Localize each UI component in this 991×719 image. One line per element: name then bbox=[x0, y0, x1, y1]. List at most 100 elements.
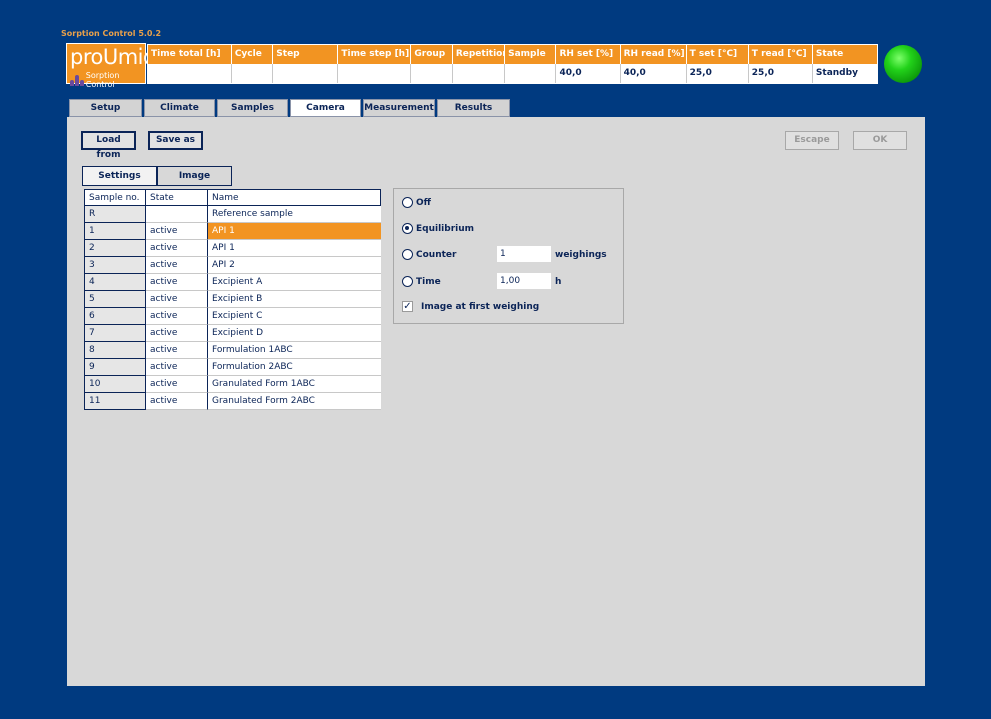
option-off[interactable]: Off bbox=[402, 197, 431, 208]
table-row[interactable]: 4 active Excipient A bbox=[84, 274, 381, 291]
sorption-icon bbox=[70, 74, 84, 86]
ok-button[interactable]: OK bbox=[853, 131, 907, 150]
table-row[interactable]: 2 active API 1 bbox=[84, 240, 381, 257]
sample-no-cell[interactable]: 1 bbox=[84, 223, 146, 240]
state-cell[interactable]: active bbox=[146, 342, 208, 359]
sample-table-header: Sample no. State Name bbox=[84, 189, 381, 206]
sample-no-cell[interactable]: 8 bbox=[84, 342, 146, 359]
name-cell[interactable]: Formulation 1ABC bbox=[208, 342, 381, 359]
time-unit: h bbox=[555, 277, 562, 287]
radio-equilibrium[interactable] bbox=[402, 223, 413, 234]
sample-no-cell[interactable]: 11 bbox=[84, 393, 146, 410]
status-led-icon bbox=[884, 45, 922, 83]
option-time-label: Time bbox=[416, 276, 441, 287]
col-sample-no: Sample no. bbox=[84, 189, 146, 206]
state-cell[interactable]: active bbox=[146, 274, 208, 291]
sample-no-cell[interactable]: 7 bbox=[84, 325, 146, 342]
radio-off[interactable] bbox=[402, 197, 413, 208]
name-cell[interactable]: Formulation 2ABC bbox=[208, 359, 381, 376]
subtab-settings[interactable]: Settings bbox=[82, 166, 157, 186]
state-cell[interactable]: active bbox=[146, 223, 208, 240]
image-first-weighing-label: Image at first weighing bbox=[421, 301, 540, 312]
counter-input[interactable]: 1 bbox=[497, 246, 551, 262]
name-cell[interactable]: Excipient A bbox=[208, 274, 381, 291]
app-title: Sorption Control 5.0.2 bbox=[61, 29, 162, 38]
state-cell[interactable]: active bbox=[146, 376, 208, 393]
logo: proUmid Sorption Control bbox=[66, 43, 156, 89]
table-row[interactable]: 5 active Excipient B bbox=[84, 291, 381, 308]
sample-no-cell[interactable]: 9 bbox=[84, 359, 146, 376]
name-cell[interactable]: API 1 bbox=[208, 240, 381, 257]
sample-no-cell[interactable]: 10 bbox=[84, 376, 146, 393]
checkbox-icon[interactable]: ✓ bbox=[402, 301, 413, 312]
state-cell[interactable]: active bbox=[146, 291, 208, 308]
status-value-cell: 25,0 bbox=[749, 64, 813, 83]
sample-no-cell[interactable]: R bbox=[84, 206, 146, 223]
name-cell[interactable]: Reference sample bbox=[208, 206, 381, 223]
table-row[interactable]: 3 active API 2 bbox=[84, 257, 381, 274]
status-header-cell: Time step [h] bbox=[338, 45, 412, 64]
status-value-cell bbox=[273, 64, 339, 83]
sample-no-cell[interactable]: 2 bbox=[84, 240, 146, 257]
status-header-cell: Time total [h] bbox=[148, 45, 232, 64]
table-row[interactable]: 1 active API 1 bbox=[84, 223, 381, 240]
table-row[interactable]: 11 active Granulated Form 2ABC bbox=[84, 393, 381, 410]
table-row[interactable]: 6 active Excipient C bbox=[84, 308, 381, 325]
status-header-cell: Sample bbox=[505, 45, 557, 64]
option-counter[interactable]: Counter bbox=[402, 249, 456, 260]
name-cell[interactable]: API 1 bbox=[208, 223, 381, 240]
option-counter-label: Counter bbox=[416, 249, 457, 260]
table-row[interactable]: 9 active Formulation 2ABC bbox=[84, 359, 381, 376]
save-as-button[interactable]: Save as bbox=[148, 131, 203, 150]
sample-no-cell[interactable]: 3 bbox=[84, 257, 146, 274]
name-cell[interactable]: API 2 bbox=[208, 257, 381, 274]
table-row[interactable]: R Reference sample bbox=[84, 206, 381, 223]
radio-time[interactable] bbox=[402, 276, 413, 287]
state-cell[interactable]: active bbox=[146, 257, 208, 274]
escape-button[interactable]: Escape bbox=[785, 131, 839, 150]
tab-climate[interactable]: Climate bbox=[144, 99, 215, 117]
state-cell[interactable]: active bbox=[146, 240, 208, 257]
load-from-button[interactable]: Load from bbox=[81, 131, 136, 160]
table-row[interactable]: 10 active Granulated Form 1ABC bbox=[84, 376, 381, 393]
option-image-first-weighing[interactable]: ✓ Image at first weighing bbox=[402, 301, 539, 312]
camera-trigger-options: Off Equilibrium Counter 1 weighings Time… bbox=[393, 188, 624, 324]
state-cell[interactable]: active bbox=[146, 393, 208, 410]
name-cell[interactable]: Granulated Form 2ABC bbox=[208, 393, 381, 410]
state-cell[interactable]: active bbox=[146, 308, 208, 325]
logo-subtitle-row: Sorption Control bbox=[70, 71, 145, 89]
sample-no-cell[interactable]: 4 bbox=[84, 274, 146, 291]
state-cell[interactable] bbox=[146, 206, 208, 223]
tab-setup[interactable]: Setup bbox=[69, 99, 142, 117]
tab-results[interactable]: Results bbox=[437, 99, 510, 117]
radio-counter[interactable] bbox=[402, 249, 413, 260]
table-row[interactable]: 7 active Excipient D bbox=[84, 325, 381, 342]
name-cell[interactable]: Excipient D bbox=[208, 325, 381, 342]
name-cell[interactable]: Excipient B bbox=[208, 291, 381, 308]
status-value-row: 40,0 40,0 25,0 25,0 Standby bbox=[148, 64, 877, 83]
tab-camera[interactable]: Camera bbox=[290, 99, 361, 117]
option-equilibrium[interactable]: Equilibrium bbox=[402, 223, 474, 234]
state-cell[interactable]: active bbox=[146, 359, 208, 376]
main-tabs: Setup Climate Samples Camera Measurement Resu… bbox=[69, 99, 510, 117]
col-name: Name bbox=[208, 189, 381, 206]
status-header-cell: Repetition bbox=[453, 45, 506, 64]
tab-samples[interactable]: Samples bbox=[217, 99, 288, 117]
status-header-cell: RH read [%] bbox=[621, 45, 687, 64]
subtab-image[interactable]: Image bbox=[157, 166, 232, 186]
status-value-cell: 25,0 bbox=[687, 64, 749, 83]
status-value-cell: Standby bbox=[815, 68, 858, 78]
option-time[interactable]: Time bbox=[402, 276, 441, 287]
sample-no-cell[interactable]: 5 bbox=[84, 291, 146, 308]
name-cell[interactable]: Excipient C bbox=[208, 308, 381, 325]
tab-measurement[interactable]: Measurement bbox=[363, 99, 435, 117]
time-input[interactable]: 1,00 bbox=[497, 273, 551, 289]
sample-no-cell[interactable]: 6 bbox=[84, 308, 146, 325]
status-header-cell: Step bbox=[273, 45, 339, 64]
status-header-row: Time total [h] Cycle Step Time step [h] Grou… bbox=[148, 45, 877, 64]
status-value-cell bbox=[338, 64, 412, 83]
name-cell[interactable]: Granulated Form 1ABC bbox=[208, 376, 381, 393]
table-row[interactable]: 8 active Formulation 1ABC bbox=[84, 342, 381, 359]
sample-table: Sample no. State Name R Reference sample 1… bbox=[84, 189, 381, 410]
state-cell[interactable]: active bbox=[146, 325, 208, 342]
